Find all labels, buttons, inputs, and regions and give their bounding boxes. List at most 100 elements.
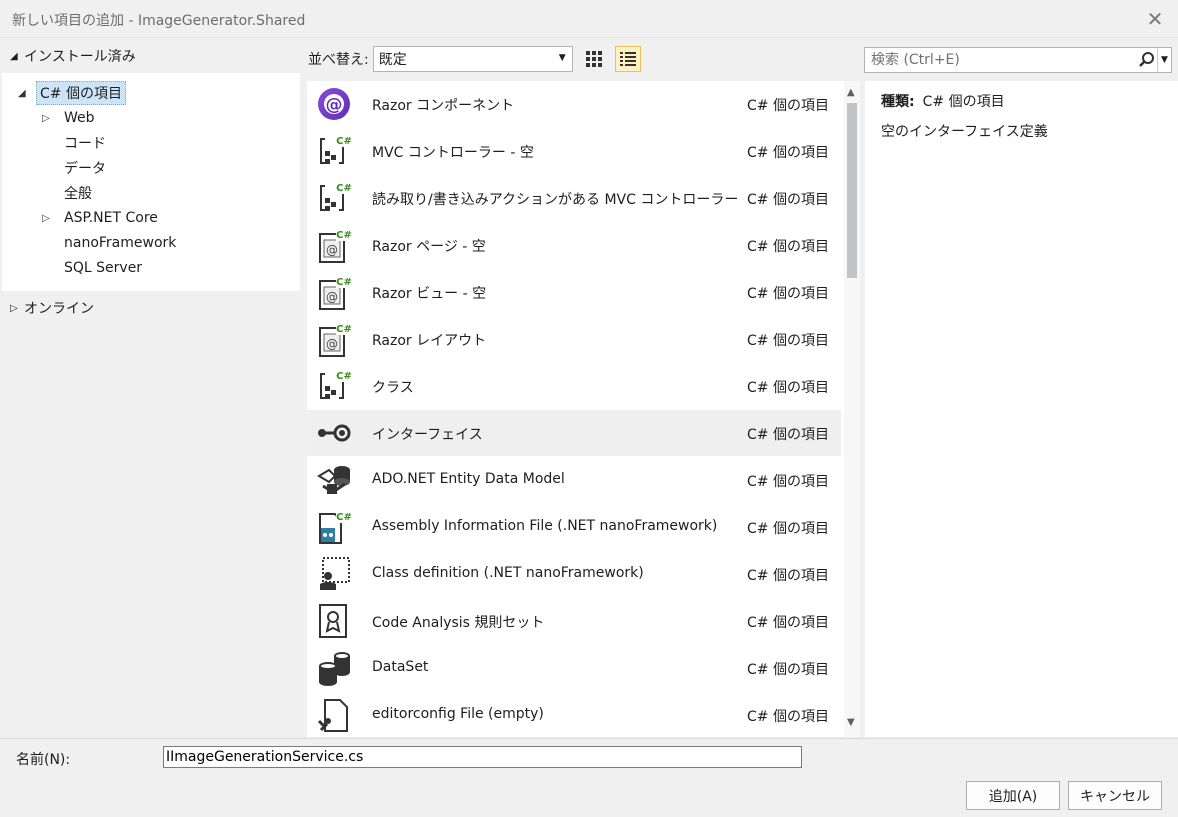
template-category: C# 個の項目 [747,192,829,208]
tree-item-4[interactable]: 全般 [42,181,96,205]
tree-item-label: Web [64,110,95,126]
grid-view-button[interactable] [581,46,607,72]
template-category: C# 個の項目 [747,98,829,114]
template-row[interactable]: C# クラス C# 個の項目 [307,363,841,409]
close-icon[interactable]: ✕ [1140,4,1170,34]
svg-text:C#: C# [336,277,352,288]
collapsed-triangle-icon[interactable]: ▷ [42,113,60,124]
tree-item-5[interactable]: ▷ ASP.NET Core [42,206,162,230]
tree-item-0[interactable]: ◢ C# 個の項目 [18,81,126,105]
template-category: C# 個の項目 [747,662,829,678]
expanded-triangle-icon[interactable]: ◢ [18,88,36,99]
sort-bar: 並べ替え: 既定 ▼ [308,45,641,73]
template-category: C# 個の項目 [747,427,829,443]
details-panel: 種類: C# 個の項目 空のインターフェイス定義 [865,81,1178,737]
name-input[interactable] [163,746,802,768]
template-name: Code Analysis 規則セット [372,615,545,631]
installed-label: インストール済み [24,49,136,65]
search-input[interactable] [865,48,1135,72]
svg-text:C#: C# [336,512,352,523]
details-type-value: C# 個の項目 [922,94,1005,110]
template-name: 読み取り/書き込みアクションがある MVC コントローラー [372,192,739,208]
ruleset-icon [315,603,353,639]
razor-page-icon: @ C# [315,321,353,357]
vertical-scrollbar[interactable]: ▲ ▼ [844,81,860,737]
chevron-down-icon: ▼ [558,53,566,63]
razor-page-icon: @ C# [315,227,353,263]
template-row[interactable]: @ Razor コンポーネント C# 個の項目 [307,81,841,127]
dataset-icon [315,650,353,686]
collapsed-triangle-icon[interactable]: ▷ [42,213,60,224]
tree-item-1[interactable]: ▷ Web [42,106,99,130]
svg-text:C#: C# [336,230,352,241]
csharp-class-icon: C# [315,180,353,216]
tree-item-label: コード [64,136,106,152]
template-row[interactable]: DataSet C# 個の項目 [307,645,841,691]
search-box: ▼ [864,47,1172,73]
tree-item-label: ASP.NET Core [64,210,158,226]
template-name: クラス [372,380,414,396]
template-row[interactable]: C# 読み取り/書き込みアクションがある MVC コントローラー C# 個の項目 [307,175,841,221]
template-row[interactable]: @ C# Razor レイアウト C# 個の項目 [307,316,841,362]
svg-text:@: @ [326,243,338,257]
template-category: C# 個の項目 [747,568,829,584]
tree-item-2[interactable]: コード [42,131,110,155]
scroll-up-icon[interactable]: ▲ [847,87,855,98]
online-section[interactable]: ▷ オンライン [10,297,94,319]
template-category: C# 個の項目 [747,333,829,349]
add-button[interactable]: 追加(A) [966,781,1060,810]
template-category: C# 個の項目 [747,474,829,490]
template-category: C# 個の項目 [747,615,829,631]
details-type: 種類: C# 個の項目 [881,91,1005,111]
csharp-class-icon: C# [315,368,353,404]
template-row[interactable]: ADO.NET Entity Data Model C# 個の項目 [307,457,841,503]
search-icon[interactable] [1137,50,1157,70]
template-name: Assembly Information File (.NET nanoFram… [372,518,718,534]
template-row[interactable]: editorconfig File (empty) C# 個の項目 [307,692,841,737]
template-name: DataSet [372,659,429,675]
title-bar: 新しい項目の追加 - ImageGenerator.Shared ✕ [0,0,1178,38]
cancel-button[interactable]: キャンセル [1068,781,1162,810]
expanded-triangle-icon: ◢ [10,50,18,62]
template-category: C# 個の項目 [747,380,829,396]
tree-item-label: 全般 [64,186,92,202]
list-view-button[interactable] [614,46,641,72]
tree-item-7[interactable]: SQL Server [42,256,146,280]
template-name: インターフェイス [372,427,483,443]
scroll-thumb[interactable] [847,103,857,278]
template-row[interactable]: @ C# Razor ビュー - 空 C# 個の項目 [307,269,841,315]
template-name: Razor ビュー - 空 [372,286,487,302]
left-panel: ◢ インストール済み ◢ C# 個の項目 ▷ Web コード データ 全般 ▷ ASP.NET … [0,39,300,738]
editorconfig-icon [315,697,353,733]
template-category: C# 個の項目 [747,239,829,255]
window-title: 新しい項目の追加 - ImageGenerator.Shared [12,13,306,29]
class-definition-icon [315,556,353,592]
template-category: C# 個の項目 [747,521,829,537]
svg-text:C#: C# [336,324,352,335]
template-row[interactable]: @ C# Razor ページ - 空 C# 個の項目 [307,222,841,268]
details-type-label: 種類: [881,94,915,110]
svg-text:@: @ [326,290,338,304]
template-name: ADO.NET Entity Data Model [372,471,565,487]
installed-section[interactable]: ◢ インストール済み [10,45,136,67]
sort-combo[interactable]: 既定 ▼ [372,46,573,72]
tree-item-6[interactable]: nanoFramework [42,231,180,255]
template-row[interactable]: インターフェイス C# 個の項目 [307,410,841,456]
search-options-chevron-icon[interactable]: ▼ [1157,48,1171,72]
template-row[interactable]: C# Assembly Information File (.NET nanoFr… [307,504,841,550]
interface-icon [315,415,353,451]
scroll-down-icon[interactable]: ▼ [847,717,855,728]
tree-item-3[interactable]: データ [42,156,110,180]
template-row[interactable]: Class definition (.NET nanoFramework) C# … [307,551,841,597]
template-name: Razor コンポーネント [372,98,515,114]
tree-item-label: nanoFramework [64,235,177,251]
template-row[interactable]: C# MVC コントローラー - 空 C# 個の項目 [307,128,841,174]
blazor-component-icon: @ [315,86,353,122]
template-name: Razor レイアウト [372,333,487,349]
tree-item-label: SQL Server [64,260,143,276]
template-name: Class definition (.NET nanoFramework) [372,565,644,581]
template-list: @ Razor コンポーネント C# 個の項目 C# MVC コントローラー - 空 C#… [307,81,860,737]
template-row[interactable]: Code Analysis 規則セット C# 個の項目 [307,598,841,644]
template-category: C# 個の項目 [747,709,829,725]
tree-item-label: C# 個の項目 [36,81,126,105]
